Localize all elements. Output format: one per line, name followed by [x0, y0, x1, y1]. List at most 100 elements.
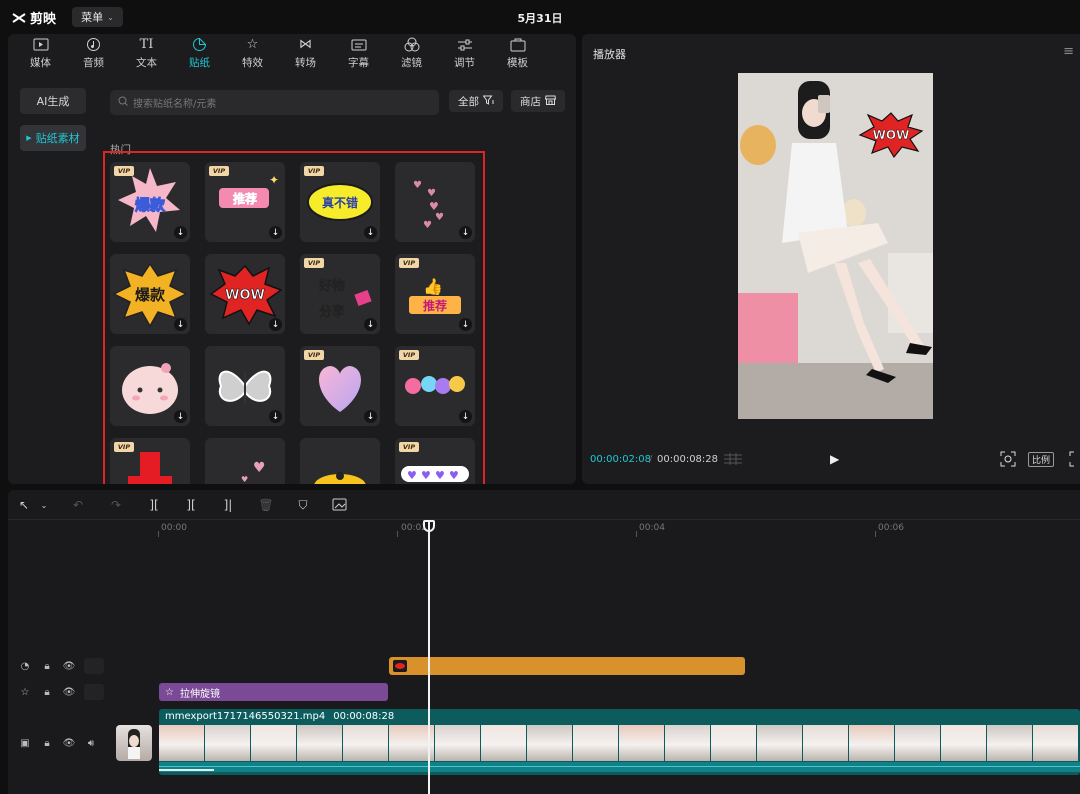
sticker-tuijian-thumb[interactable]: VIP 👍 推荐 ↓ [395, 254, 475, 334]
video-frame-thumbnail [849, 725, 895, 761]
ratio-button[interactable]: 比例 [1028, 452, 1054, 467]
sticker-materials-button[interactable]: ▶ 贴纸素材 [20, 125, 86, 151]
search-input[interactable]: 搜索贴纸名称/元素 [110, 90, 439, 115]
sticker-wow[interactable]: WOW ↓ [205, 254, 285, 334]
sticker-tuijian[interactable]: VIP 推荐 ✦ ↓ [205, 162, 285, 242]
svg-text:♥: ♥ [423, 220, 432, 231]
eye-icon[interactable]: 👁︎ [62, 685, 76, 699]
vip-badge: VIP [114, 166, 134, 176]
tab-label: 字幕 [348, 56, 369, 69]
ruler-tick [636, 531, 637, 537]
time-separator: / [649, 454, 653, 465]
tab-audio[interactable]: 音频 [67, 34, 120, 72]
video-frame-thumbnail [297, 725, 343, 761]
download-icon[interactable]: ↓ [459, 226, 472, 239]
store-icon [544, 95, 557, 108]
hamburger-menu-icon[interactable]: ≡ [1063, 44, 1074, 59]
effect-clip[interactable]: ☆ 拉伸旋镜 [159, 683, 388, 701]
trim-left-icon[interactable]: ][ [183, 497, 199, 513]
sticker-clip[interactable] [389, 657, 745, 675]
delete-icon[interactable]: 🗑 [258, 497, 274, 513]
download-icon[interactable]: ↓ [364, 318, 377, 331]
filter-all-button[interactable]: 全部 [449, 90, 503, 112]
download-icon[interactable]: ↓ [269, 318, 282, 331]
cover-thumbnail[interactable] [116, 725, 152, 761]
shop-button[interactable]: 商店 [511, 90, 565, 112]
download-icon[interactable]: ↓ [364, 226, 377, 239]
download-icon[interactable]: ↓ [459, 318, 472, 331]
tab-effects[interactable]: ☆ 特效 [226, 34, 279, 72]
video-frame-thumbnail [987, 725, 1033, 761]
sticker-sunflower[interactable] [300, 438, 380, 484]
tab-subtitle[interactable]: 字幕 [332, 34, 385, 72]
ruler-tick [397, 531, 398, 537]
download-icon[interactable]: ↓ [174, 226, 187, 239]
download-icon[interactable]: ↓ [174, 318, 187, 331]
tab-adjust[interactable]: 调节 [438, 34, 491, 72]
download-icon[interactable]: ↓ [269, 410, 282, 423]
ai-generate-button[interactable]: AI生成 [20, 88, 86, 114]
sticker-heart-3d[interactable]: VIP ↓ [300, 346, 380, 426]
tab-text[interactable]: TI 文本 [120, 34, 173, 72]
eye-icon[interactable]: 👁︎ [62, 659, 76, 673]
track-toggle[interactable] [84, 658, 104, 674]
playhead-line[interactable] [428, 520, 430, 794]
tab-label: 贴纸 [189, 56, 210, 69]
video-clip[interactable]: mmexport1717146550321.mp4 00:00:08:28 [159, 709, 1080, 775]
grid-view-icon[interactable] [723, 452, 743, 469]
play-icon[interactable]: ▶ [830, 452, 839, 466]
sticker-zhenbucuo[interactable]: VIP 真不错 ↓ [300, 162, 380, 242]
select-cursor-icon[interactable]: ↖ [16, 497, 32, 513]
undo-icon[interactable]: ↶ [70, 497, 86, 513]
tab-label: 转场 [295, 56, 316, 69]
download-icon[interactable]: ↓ [459, 410, 472, 423]
tab-sticker[interactable]: 贴纸 [173, 34, 226, 72]
lock-icon[interactable]: 🔒︎ [40, 736, 54, 750]
caret-right-icon: ▶ [26, 134, 32, 142]
sticker-haowu-fenxiang[interactable]: VIP 好物 分享 ↓ [300, 254, 380, 334]
tab-template[interactable]: 模板 [491, 34, 544, 72]
tab-filter[interactable]: 滤镜 [385, 34, 438, 72]
sticker-bun-face[interactable]: ↓ [110, 346, 190, 426]
search-icon [118, 96, 128, 109]
chevron-down-icon[interactable]: ⌄ [36, 497, 52, 513]
sticker-butterfly[interactable]: ↓ [205, 346, 285, 426]
subtitle-icon [350, 37, 368, 53]
image-edit-icon[interactable] [332, 497, 348, 513]
vip-badge: VIP [209, 166, 229, 176]
split-icon[interactable]: ][ [146, 497, 162, 513]
video-preview[interactable]: WOW [738, 73, 933, 419]
fullscreen-icon[interactable] [1069, 451, 1080, 470]
sticker-track-header: ◔ 🔒︎ 👁︎ [18, 658, 104, 674]
lock-icon[interactable]: 🔒︎ [40, 659, 54, 673]
trim-right-icon[interactable]: ]| [220, 497, 236, 513]
video-clip-duration: 00:00:08:28 [333, 711, 395, 722]
search-placeholder: 搜索贴纸名称/元素 [133, 99, 217, 110]
track-toggle[interactable] [84, 684, 104, 700]
sticker-baokuan-burst[interactable]: 爆款 ↓ [110, 254, 190, 334]
marker-icon[interactable]: ⛉ [295, 497, 311, 513]
sticker-small-hearts[interactable]: ♥ ♥ [205, 438, 285, 484]
tab-media[interactable]: 媒体 [14, 34, 67, 72]
fit-screen-icon[interactable] [1000, 451, 1016, 470]
sticker-hearts[interactable]: ♥ ♥ ♥ ♥ ♥ ↓ [395, 162, 475, 242]
time-ruler[interactable]: 00:00 00:02 00:04 00:06 [158, 520, 1080, 538]
transition-icon: ⋈ [299, 37, 312, 52]
lock-icon[interactable]: 🔒︎ [40, 685, 54, 699]
volume-icon[interactable]: 🔊︎ [84, 736, 98, 750]
wow-overlay-sticker[interactable]: WOW [858, 111, 924, 159]
sticker-flowers[interactable]: VIP ↓ [395, 346, 475, 426]
download-icon[interactable]: ↓ [364, 410, 377, 423]
download-icon[interactable]: ↓ [269, 226, 282, 239]
sticker-purple-hearts[interactable]: VIP ♥ ♥ ♥ ♥ [395, 438, 475, 484]
sticker-baokuan[interactable]: VIP 爆款 ↓ [110, 162, 190, 242]
eye-icon[interactable]: 👁︎ [62, 736, 76, 750]
video-frame-thumbnail [251, 725, 297, 761]
ruler-label: 00:04 [639, 523, 665, 533]
redo-icon[interactable]: ↷ [108, 497, 124, 513]
sticker-baokuan-burst-text: 爆款 [135, 286, 166, 304]
download-icon[interactable]: ↓ [174, 410, 187, 423]
svg-text:♥: ♥ [241, 475, 248, 484]
sticker-red-block[interactable]: VIP [110, 438, 190, 484]
tab-transition[interactable]: ⋈ 转场 [279, 34, 332, 72]
